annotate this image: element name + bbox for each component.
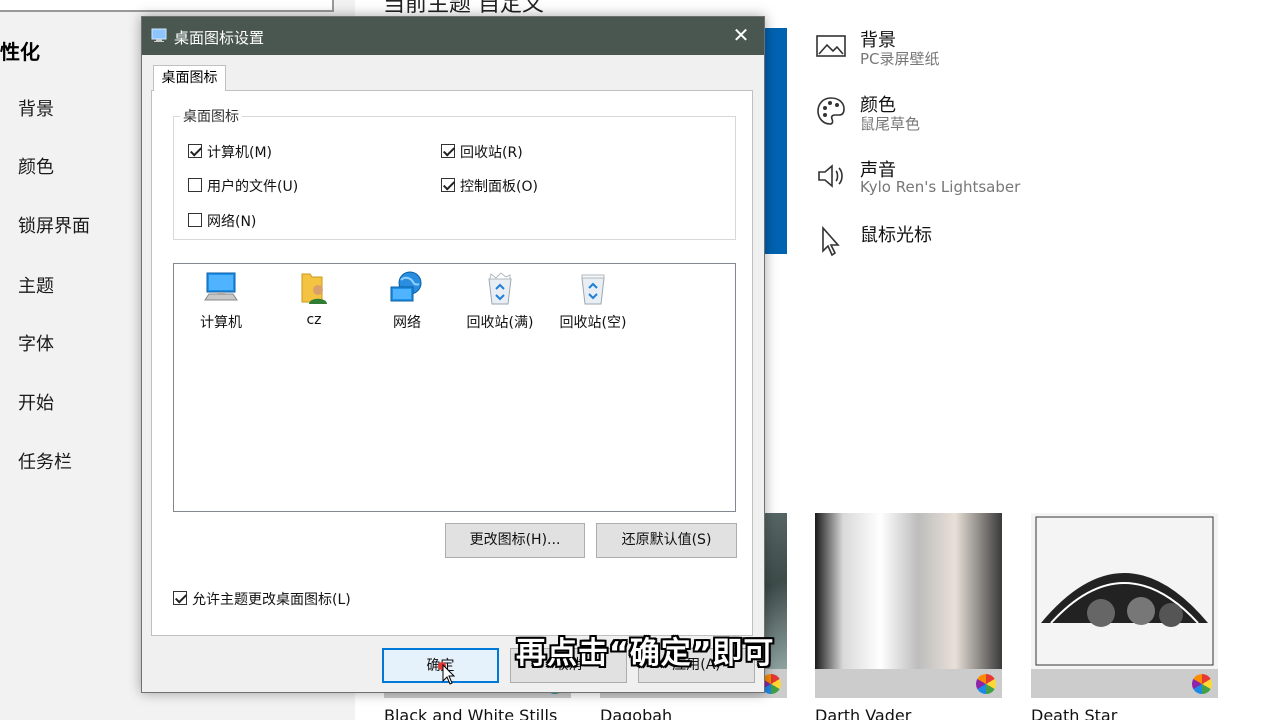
- right-item-title: 鼠标光标: [860, 221, 932, 247]
- theme-label: Black and White Stills: [384, 706, 557, 720]
- theme-label: Darth Vader: [815, 706, 911, 720]
- checkbox-label: 允许主题更改桌面图标(L): [192, 589, 351, 609]
- icon-label: 回收站(空): [553, 312, 633, 332]
- user-folder-icon: [296, 270, 332, 306]
- right-item-sub: Kylo Ren's Lightsaber: [860, 178, 1020, 196]
- tab-panel: 桌面图标 计算机(M) 回收站(R) 用户的文件(U) 控制面板(O) 网络(N…: [151, 90, 753, 636]
- right-item-sub: PC录屏壁纸: [860, 48, 940, 69]
- recycle-bin-empty-icon: [575, 270, 611, 306]
- icon-item-user-folder[interactable]: cz: [274, 270, 354, 334]
- icon-item-recycle-bin-empty[interactable]: 回收站(空): [553, 270, 633, 334]
- close-button[interactable]: ✕: [718, 17, 764, 55]
- checkbox-label: 控制面板(O): [460, 176, 538, 196]
- nav-item-colors[interactable]: 颜色: [18, 153, 54, 179]
- change-icon-button[interactable]: 更改图标(H)...: [445, 523, 585, 558]
- mouse-pointer-icon: [442, 664, 456, 686]
- nav-item-themes[interactable]: 主题: [18, 272, 54, 298]
- cursor-icon: [815, 225, 847, 257]
- icon-item-network[interactable]: 网络: [367, 270, 447, 334]
- recycle-bin-full-icon: [482, 270, 518, 306]
- picture-icon: [815, 30, 847, 62]
- theme-thumbnail-darth-vader[interactable]: [815, 513, 1002, 698]
- nav-item-start[interactable]: 开始: [18, 389, 54, 415]
- dialog-title: 桌面图标设置: [174, 27, 264, 48]
- video-subtitle: 再点击“确定”即可: [516, 628, 774, 672]
- icon-item-computer[interactable]: 计算机: [181, 270, 261, 334]
- storyboard-sketch-icon: [1031, 513, 1218, 669]
- checkbox-box[interactable]: [441, 144, 455, 158]
- checkbox-box[interactable]: [173, 591, 187, 605]
- icon-label: 计算机: [181, 312, 261, 332]
- nav-item-taskbar[interactable]: 任务栏: [18, 448, 72, 474]
- checkbox-box[interactable]: [188, 144, 202, 158]
- color-wheel-icon: [976, 674, 996, 694]
- group-label: 桌面图标: [180, 106, 242, 126]
- icon-label: 网络: [367, 312, 447, 332]
- theme-preview: [765, 28, 787, 254]
- color-wheel-icon: [1192, 674, 1212, 694]
- dialog-titlebar[interactable]: 桌面图标设置 ✕: [142, 17, 764, 55]
- theme-label: Dagobah: [600, 706, 672, 720]
- checkbox-box[interactable]: [441, 178, 455, 192]
- icon-item-recycle-bin-full[interactable]: 回收站(满): [460, 270, 540, 334]
- nav-item-background[interactable]: 背景: [18, 95, 54, 121]
- network-icon: [389, 270, 425, 306]
- tab-desktop-icons[interactable]: 桌面图标: [153, 65, 226, 91]
- nav-item-lockscreen[interactable]: 锁屏界面: [18, 212, 90, 238]
- desktop-settings-icon: [151, 27, 167, 43]
- settings-search-box[interactable]: [0, 0, 334, 12]
- desktop-icon-list[interactable]: 计算机 cz 网络 回收站(满) 回收站(空): [173, 263, 736, 512]
- nav-item-fonts[interactable]: 字体: [18, 330, 54, 356]
- checkbox-box[interactable]: [188, 213, 202, 227]
- computer-icon: [203, 270, 239, 306]
- desktop-icons-group: 桌面图标 计算机(M) 回收站(R) 用户的文件(U) 控制面板(O) 网络(N…: [173, 116, 736, 240]
- palette-icon: [815, 95, 847, 127]
- right-item-sub: 鼠尾草色: [860, 113, 920, 134]
- desktop-icon-settings-dialog: 桌面图标设置 ✕ 桌面图标 桌面图标 计算机(M) 回收站(R) 用户的文件(U…: [141, 16, 765, 693]
- theme-thumbnail-death-star[interactable]: [1031, 513, 1218, 698]
- checkbox-label: 网络(N): [207, 211, 256, 231]
- restore-default-button[interactable]: 还原默认值(S): [596, 523, 737, 558]
- speaker-icon: [815, 160, 847, 192]
- checkbox-box[interactable]: [188, 178, 202, 192]
- checkbox-label: 用户的文件(U): [207, 176, 298, 196]
- icon-label: cz: [274, 312, 354, 328]
- icon-label: 回收站(满): [460, 312, 540, 332]
- checkbox-label: 回收站(R): [460, 142, 523, 162]
- settings-section-title: 性化: [0, 36, 40, 65]
- theme-label: Death Star: [1031, 706, 1117, 720]
- checkbox-label: 计算机(M): [207, 142, 272, 162]
